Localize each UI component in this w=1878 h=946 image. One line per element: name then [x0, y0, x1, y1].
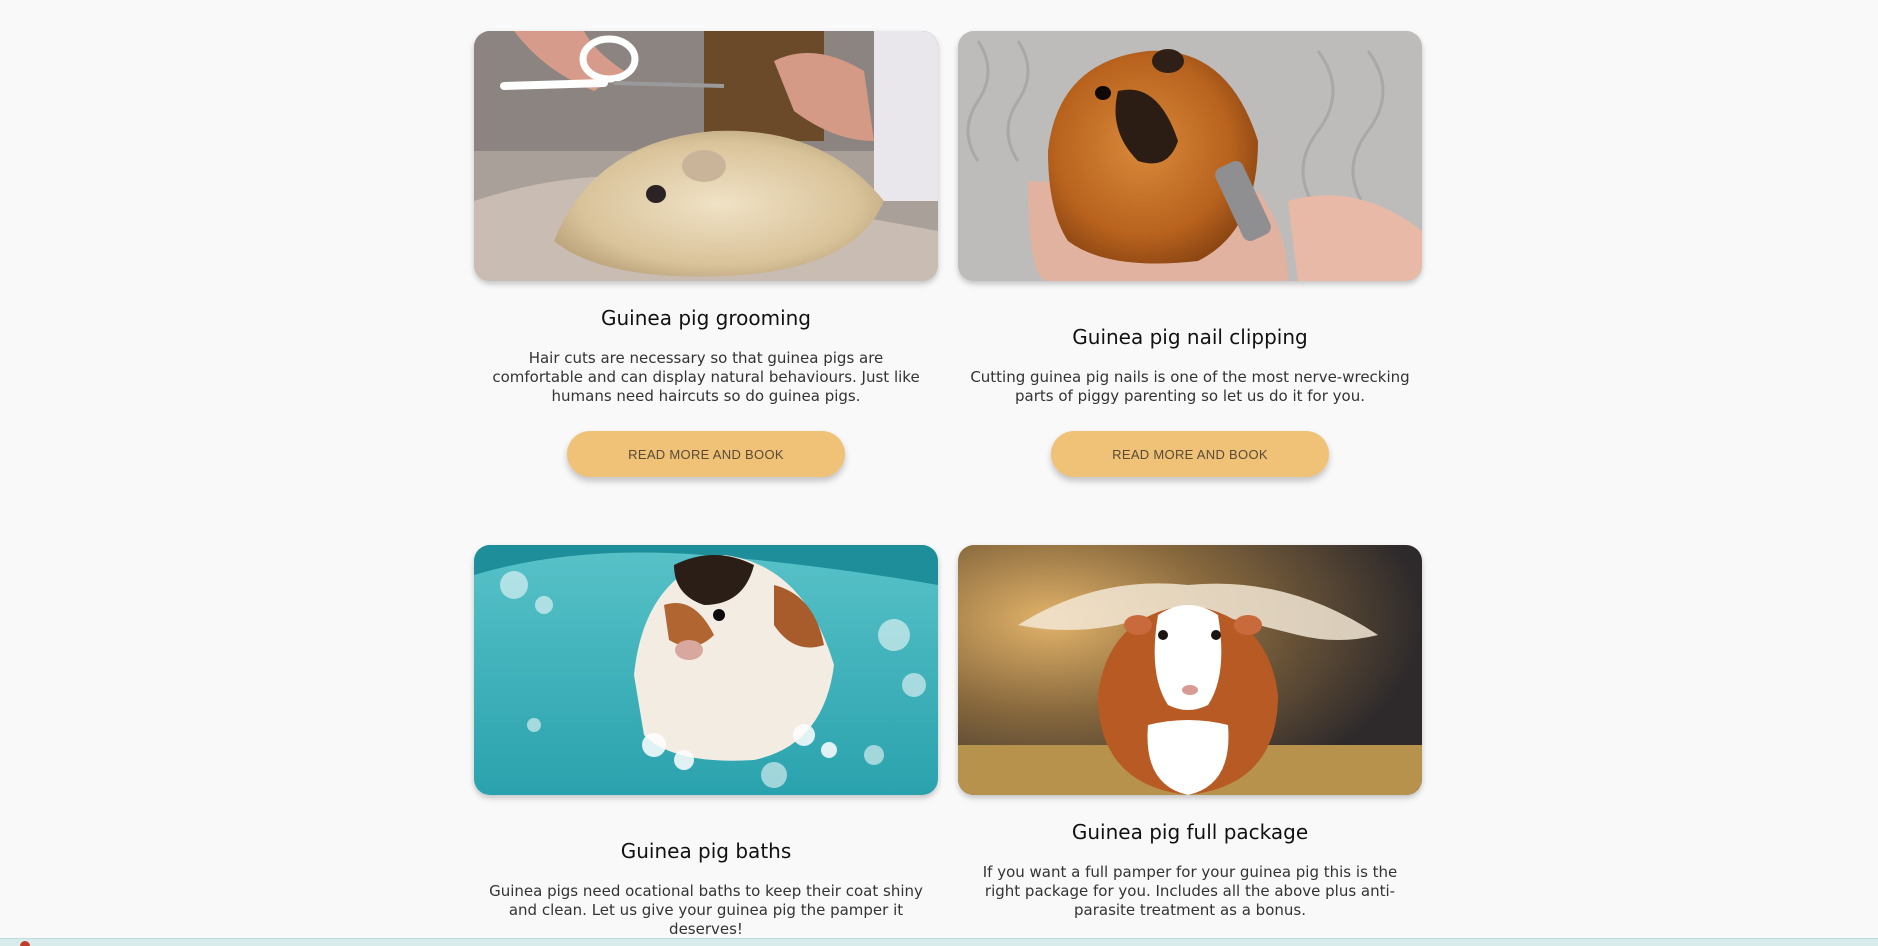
service-description: Guinea pigs need ocational baths to keep… — [489, 882, 923, 938]
grooming-image — [474, 31, 938, 281]
service-card-baths: Guinea pig baths Guinea pigs need ocatio… — [474, 545, 938, 945]
read-more-and-book-button[interactable]: READ MORE AND BOOK — [1051, 431, 1329, 477]
service-card-nail-clipping: Guinea pig nail clipping Cutting guinea … — [958, 31, 1422, 545]
bottom-strip — [0, 938, 1878, 946]
baths-image — [474, 545, 938, 795]
full-package-image — [958, 545, 1422, 795]
service-card-grooming: Guinea pig grooming Hair cuts are necess… — [474, 31, 938, 545]
baths-photo — [474, 545, 938, 795]
service-title: Guinea pig baths — [620, 839, 792, 863]
grooming-photo — [474, 31, 938, 281]
service-description: If you want a full pamper for your guine… — [982, 863, 1398, 919]
read-more-and-book-button[interactable]: READ MORE AND BOOK — [567, 431, 845, 477]
nail-clipping-image — [958, 31, 1422, 281]
service-description: Hair cuts are necessary so that guinea p… — [492, 349, 920, 405]
service-title: Guinea pig full package — [1071, 820, 1309, 844]
services-grid: Guinea pig grooming Hair cuts are necess… — [474, 31, 1422, 945]
nail-clipping-photo — [958, 31, 1422, 281]
service-title: Guinea pig grooming — [601, 306, 811, 330]
bottom-dot — [20, 941, 30, 946]
page: Guinea pig grooming Hair cuts are necess… — [0, 0, 1878, 946]
service-card-full-package: Guinea pig full package If you want a fu… — [958, 545, 1422, 945]
service-title: Guinea pig nail clipping — [1072, 325, 1308, 349]
service-description: Cutting guinea pig nails is one of the m… — [970, 368, 1410, 405]
full-package-photo — [958, 545, 1422, 795]
